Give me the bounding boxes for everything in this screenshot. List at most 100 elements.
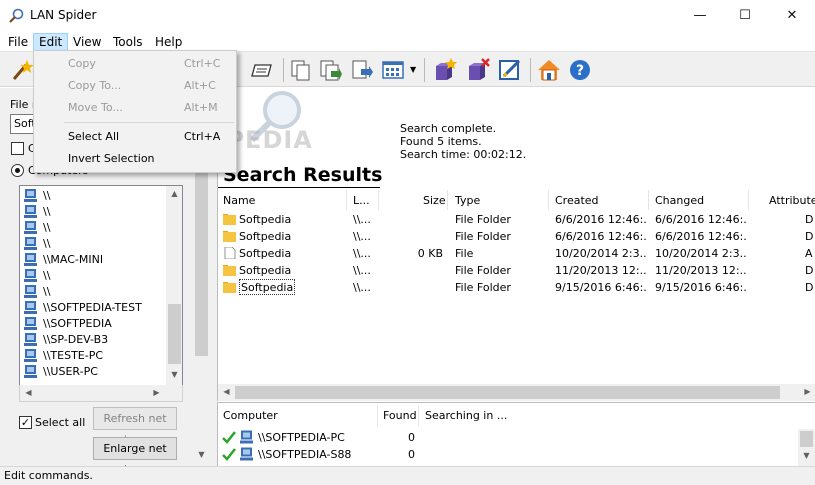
scroll-down-arrow-icon[interactable]: ▼ [166, 370, 182, 379]
home-icon[interactable] [537, 58, 561, 82]
search-results-title: Search Results [223, 164, 383, 186]
remove-computer-icon[interactable] [466, 58, 490, 82]
computer-name: \\ [43, 269, 51, 282]
scroll-right-arrow-icon[interactable]: ▶ [799, 387, 815, 396]
progress-searching-in [425, 446, 725, 463]
column-header-searching[interactable]: Searching in ... [425, 407, 507, 425]
progress-scrollbar[interactable]: ▼ [798, 429, 815, 466]
computer-icon [24, 205, 37, 218]
scroll-down-arrow-icon[interactable]: ▼ [193, 450, 210, 459]
network-computer-item[interactable]: \\SOFTPEDIA-TEST [24, 300, 142, 316]
column-header-changed[interactable]: Changed [655, 192, 704, 210]
scroll-right-arrow-icon[interactable]: ▶ [148, 388, 165, 397]
column-divider[interactable] [346, 190, 347, 210]
view-dropdown-arrow-icon[interactable]: ▼ [410, 65, 416, 74]
column-header-size[interactable]: Size [423, 192, 446, 210]
column-header-type[interactable]: Type [455, 192, 480, 210]
export-icon[interactable] [250, 58, 274, 82]
network-tree-scrollbar[interactable]: ▲ ▼ [166, 186, 182, 385]
column-divider[interactable] [418, 406, 419, 426]
column-header-name[interactable]: Name [223, 192, 255, 210]
computer-icon [24, 333, 37, 346]
computers-radio[interactable] [11, 164, 24, 177]
menu-help[interactable]: Help [150, 33, 187, 51]
menu-view[interactable]: View [68, 33, 106, 51]
network-computer-item[interactable]: \\ [24, 284, 50, 300]
minimize-button[interactable]: — [677, 0, 723, 31]
computer-progress-row[interactable]: \\SOFTPEDIA-S88 0 [218, 446, 798, 463]
network-computer-item[interactable]: \\ [24, 204, 50, 220]
column-divider[interactable] [447, 190, 448, 210]
enlarge-net-tree-button[interactable]: Enlarge net tree [93, 437, 177, 476]
scroll-down-arrow-icon[interactable]: ▼ [798, 451, 815, 460]
result-row[interactable]: Softpedia \\... File Folder 6/6/2016 12:46:… [218, 228, 815, 245]
menu-edit[interactable]: Edit [33, 33, 69, 51]
maximize-button[interactable]: ☐ [722, 0, 768, 31]
column-divider[interactable] [648, 190, 649, 210]
computer-icon [24, 301, 37, 314]
copy-to-icon[interactable] [318, 58, 342, 82]
result-changed: 10/20/2014 2:3... [655, 247, 747, 260]
result-row[interactable]: Softpedia \\... File Folder 6/6/2016 12:46:… [218, 211, 815, 228]
scroll-thumb[interactable] [168, 304, 181, 364]
network-tree[interactable]: \\ \\ \\ \\ \\MAC-MINI \\ \\ \\SOFTPEDIA-TEST \\… [19, 185, 183, 386]
computer-icon [24, 317, 37, 330]
edit-computer-icon[interactable] [498, 58, 522, 82]
column-header-attributes[interactable]: Attributes [769, 192, 815, 210]
computer-icon [24, 349, 37, 362]
select-all-checkbox[interactable]: ✓ [19, 416, 32, 429]
computer-name: \\TESTE-PC [43, 349, 104, 362]
content-checkbox[interactable] [11, 142, 24, 155]
menu-item-copy[interactable]: Copy Ctrl+C [35, 53, 235, 75]
scroll-up-arrow-icon[interactable]: ▲ [166, 189, 182, 198]
help-icon[interactable]: ? [568, 58, 592, 82]
column-header-computer[interactable]: Computer [223, 407, 278, 425]
network-computer-item[interactable]: \\ [24, 220, 50, 236]
scroll-left-arrow-icon[interactable]: ◀ [218, 387, 235, 396]
computer-progress-pane: Computer Found Searching in ... \\SOFTPE… [217, 402, 815, 466]
column-divider[interactable] [377, 406, 378, 426]
network-computer-item[interactable]: \\ [24, 268, 50, 284]
copy-icon[interactable] [289, 58, 313, 82]
network-tree-hscrollbar[interactable]: ◀ ▶ [19, 385, 183, 402]
close-button[interactable]: ✕ [769, 0, 815, 31]
move-to-icon[interactable] [350, 58, 374, 82]
menu-item-select-all[interactable]: Select All Ctrl+A [35, 126, 235, 148]
computer-name: \\ [43, 205, 51, 218]
network-computer-item[interactable]: \\ [24, 236, 50, 252]
result-row[interactable]: Softpedia \\... File Folder 11/20/2013 12:.… [218, 262, 815, 279]
menu-item-move-to[interactable]: Move To... Alt+M [35, 97, 235, 119]
result-created: 6/6/2016 12:46:... [555, 213, 647, 226]
network-computer-item[interactable]: \\USER-PC [24, 364, 98, 380]
computer-icon [24, 237, 37, 250]
result-row[interactable]: Softpedia \\... File Folder 9/15/2016 6:46:… [218, 279, 815, 296]
svg-text:?: ? [576, 63, 584, 79]
menu-tools[interactable]: Tools [108, 33, 148, 51]
network-computer-item[interactable]: \\ [24, 188, 50, 204]
add-computer-icon[interactable] [433, 58, 457, 82]
result-created: 10/20/2014 2:3... [555, 247, 647, 260]
refresh-net-tree-button[interactable]: Refresh net tree [93, 407, 177, 446]
network-computer-item[interactable]: \\TESTE-PC [24, 348, 103, 364]
scroll-left-arrow-icon[interactable]: ◀ [20, 388, 37, 397]
results-scroll-thumb[interactable] [235, 386, 780, 399]
progress-scroll-thumb[interactable] [800, 431, 813, 447]
column-header-found[interactable]: Found [383, 407, 417, 425]
menu-file[interactable]: File [3, 33, 33, 51]
network-computer-item[interactable]: \\SP-DEV-B3 [24, 332, 108, 348]
network-computer-item[interactable]: \\SOFTPEDIA [24, 316, 112, 332]
computer-progress-row[interactable]: \\SOFTPEDIA-PC 0 [218, 429, 798, 446]
wizard-icon[interactable] [10, 58, 34, 82]
results-hscrollbar[interactable]: ◀ ▶ [218, 384, 815, 401]
column-header-location[interactable]: L... [353, 192, 370, 210]
column-header-created[interactable]: Created [555, 192, 599, 210]
network-computer-item[interactable]: \\MAC-MINI [24, 252, 103, 268]
result-attributes: D [805, 213, 814, 226]
menu-item-copy-to[interactable]: Copy To... Alt+C [35, 75, 235, 97]
menu-item-invert-selection[interactable]: Invert Selection [35, 148, 235, 170]
view-icon[interactable] [381, 58, 405, 82]
result-row[interactable]: Softpedia \\... 0 KB File 10/20/2014 2:3... 1… [218, 245, 815, 262]
column-divider[interactable] [748, 190, 749, 210]
column-divider[interactable] [378, 190, 379, 210]
column-divider[interactable] [548, 190, 549, 210]
